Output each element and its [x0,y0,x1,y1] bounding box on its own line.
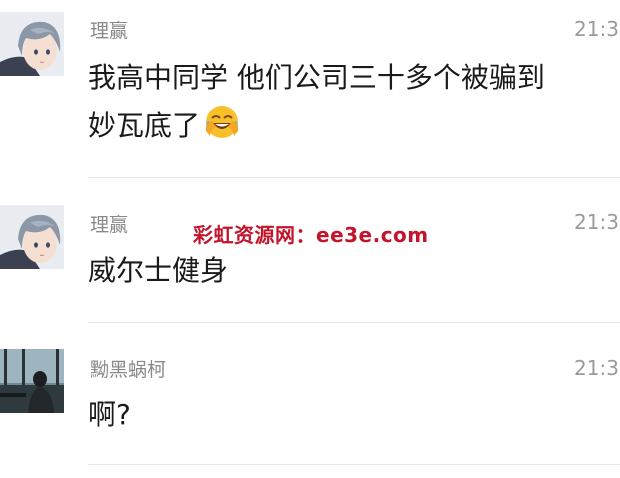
sender-name: 理赢 [90,214,129,236]
anime-boy-avatar-icon [0,12,64,76]
message-time: 21:3 [574,210,619,234]
avatar[interactable] [0,205,64,269]
message-line: 妙瓦底了 [88,109,201,142]
chat-page: 理赢 21:3 我高中同学 他们公司三十多个被骗到 妙瓦底了 理赢 21:3 威… [0,0,620,478]
message-line: 我高中同学 他们公司三十多个被骗到 [88,61,545,94]
message-divider [88,177,620,178]
message-time: 21:3 [574,17,619,41]
message-line: 啊? [88,398,131,431]
crying-laughing-emoji-icon [202,101,242,155]
message-item[interactable]: 理赢 21:3 我高中同学 他们公司三十多个被骗到 妙瓦底了 [0,0,620,180]
message-divider [88,464,620,465]
anime-boy-avatar-icon [0,205,64,269]
message-text[interactable]: 啊? [88,392,131,438]
message-line: 威尔士健身 [88,254,229,287]
message-time: 21:3 [574,356,619,380]
message-text[interactable]: 我高中同学 他们公司三十多个被骗到 妙瓦底了 [88,55,545,155]
sender-name: 黝黑蜗柯 [90,359,167,381]
message-item[interactable]: 理赢 21:3 威尔士健身 [0,180,620,323]
avatar[interactable] [0,12,64,76]
message-item[interactable]: 黝黑蜗柯 21:3 啊? [0,322,620,478]
message-text[interactable]: 威尔士健身 [88,248,228,294]
sender-name: 理赢 [90,20,129,42]
watermark: 彩虹资源网：ee3e.com [193,223,429,247]
photo-avatar-icon [0,349,64,413]
avatar[interactable] [0,349,64,413]
message-line-with-emoji: 妙瓦底了 [88,101,545,155]
